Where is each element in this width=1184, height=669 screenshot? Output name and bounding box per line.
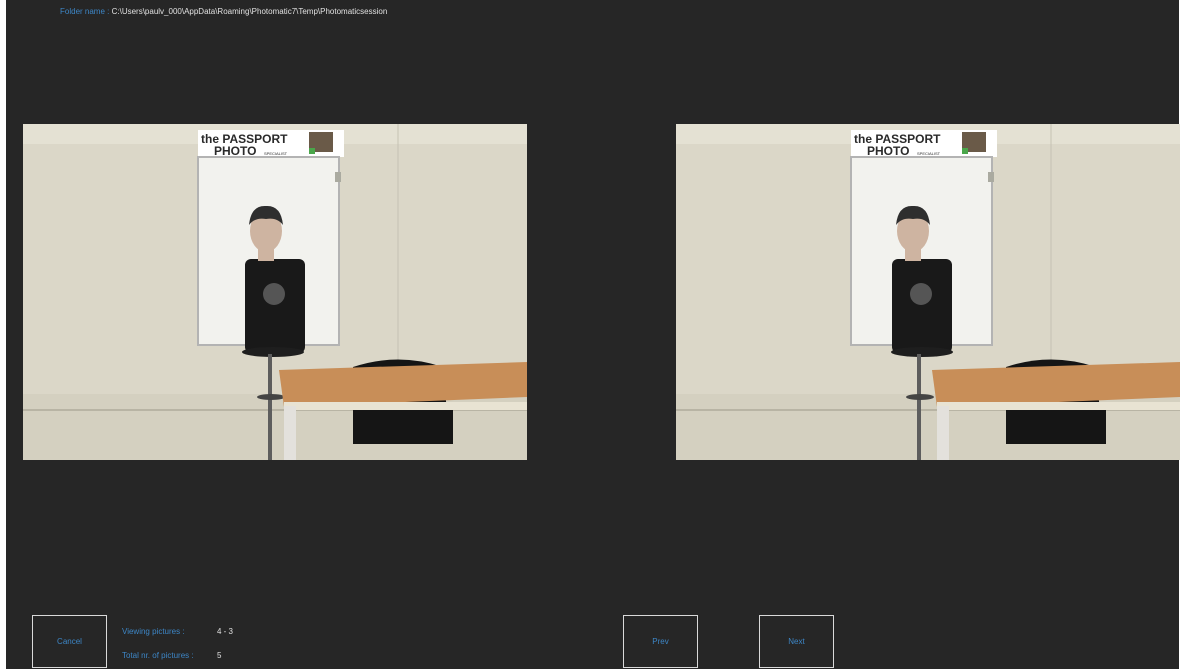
cancel-button[interactable]: Cancel — [32, 615, 107, 668]
photo-image-left: the PASSPORT PHOTO SPECIALIST — [23, 124, 527, 460]
sign-small-left: SPECIALIST — [264, 151, 288, 156]
folder-name-row: Folder name : C:\Users\paulv_000\AppData… — [60, 7, 387, 16]
total-pictures-row: Total nr. of pictures : 5 — [122, 651, 221, 660]
viewing-pictures-label: Viewing pictures : — [122, 627, 185, 636]
photo-preview-left[interactable]: the PASSPORT PHOTO SPECIALIST — [23, 124, 527, 460]
sign-line2-right: PHOTO — [867, 144, 909, 158]
folder-name-label: Folder name : — [60, 7, 110, 16]
photo-image-right: the PASSPORT PHOTO SPECIALIST — [676, 124, 1180, 460]
photo-viewer-window: Folder name : C:\Users\paulv_000\AppData… — [0, 0, 1184, 669]
folder-path: C:\Users\paulv_000\AppData\Roaming\Photo… — [111, 7, 388, 16]
photo-preview-right[interactable]: the PASSPORT PHOTO SPECIALIST — [676, 124, 1180, 460]
sign-line2-left: PHOTO — [214, 144, 256, 158]
next-button[interactable]: Next — [759, 615, 834, 668]
viewing-pictures-value: 4 - 3 — [217, 627, 234, 636]
viewing-pictures-row: Viewing pictures : 4 - 3 — [122, 627, 233, 636]
total-pictures-value: 5 — [217, 651, 222, 660]
total-pictures-label: Total nr. of pictures : — [122, 651, 194, 660]
window-left-edge — [0, 0, 6, 669]
sign-small-right: SPECIALIST — [917, 151, 941, 156]
prev-button[interactable]: Prev — [623, 615, 698, 668]
